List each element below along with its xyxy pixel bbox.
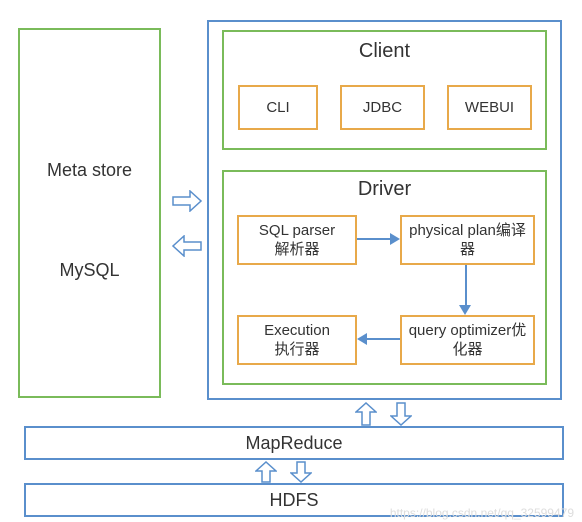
sqlparser-label: SQL parser 解析器 (259, 221, 335, 260)
arrow-parser-to-plan-head (390, 233, 400, 245)
mapreduce-box: MapReduce (24, 426, 564, 460)
mysql-label: MySQL (20, 260, 159, 281)
sqlparser-box: SQL parser 解析器 (237, 215, 357, 265)
hollow-arrow-down-hdfs (290, 461, 312, 483)
webui-label: WEBUI (465, 98, 514, 118)
arrow-parser-to-plan (357, 238, 392, 240)
hollow-arrow-right-1 (172, 190, 202, 212)
physicalplan-label: physical plan编译器 (402, 221, 533, 260)
hollow-arrow-up-hdfs (255, 461, 277, 483)
jdbc-label: JDBC (363, 98, 402, 118)
jdbc-box: JDBC (340, 85, 425, 130)
watermark: https://blog.csdn.net/qq_32599479 (390, 506, 574, 520)
metastore-label: Meta store (20, 160, 159, 181)
mapreduce-label: MapReduce (26, 433, 562, 454)
execution-label: Execution 执行器 (264, 321, 330, 360)
webui-box: WEBUI (447, 85, 532, 130)
metastore-box: Meta store MySQL (18, 28, 161, 398)
arrow-plan-to-opt (465, 265, 467, 305)
physicalplan-box: physical plan编译器 (400, 215, 535, 265)
optimizer-box: query optimizer优化器 (400, 315, 535, 365)
arrow-opt-to-exec-head (357, 333, 367, 345)
hollow-arrow-left-1 (172, 235, 202, 257)
arrow-opt-to-exec (365, 338, 400, 340)
client-title: Client (224, 40, 545, 63)
arrow-plan-to-opt-head (459, 305, 471, 315)
cli-box: CLI (238, 85, 318, 130)
cli-label: CLI (266, 98, 289, 118)
hollow-arrow-up-mr (355, 402, 377, 426)
optimizer-label: query optimizer优化器 (402, 321, 533, 360)
execution-box: Execution 执行器 (237, 315, 357, 365)
driver-title: Driver (224, 178, 545, 201)
hollow-arrow-down-mr (390, 402, 412, 426)
